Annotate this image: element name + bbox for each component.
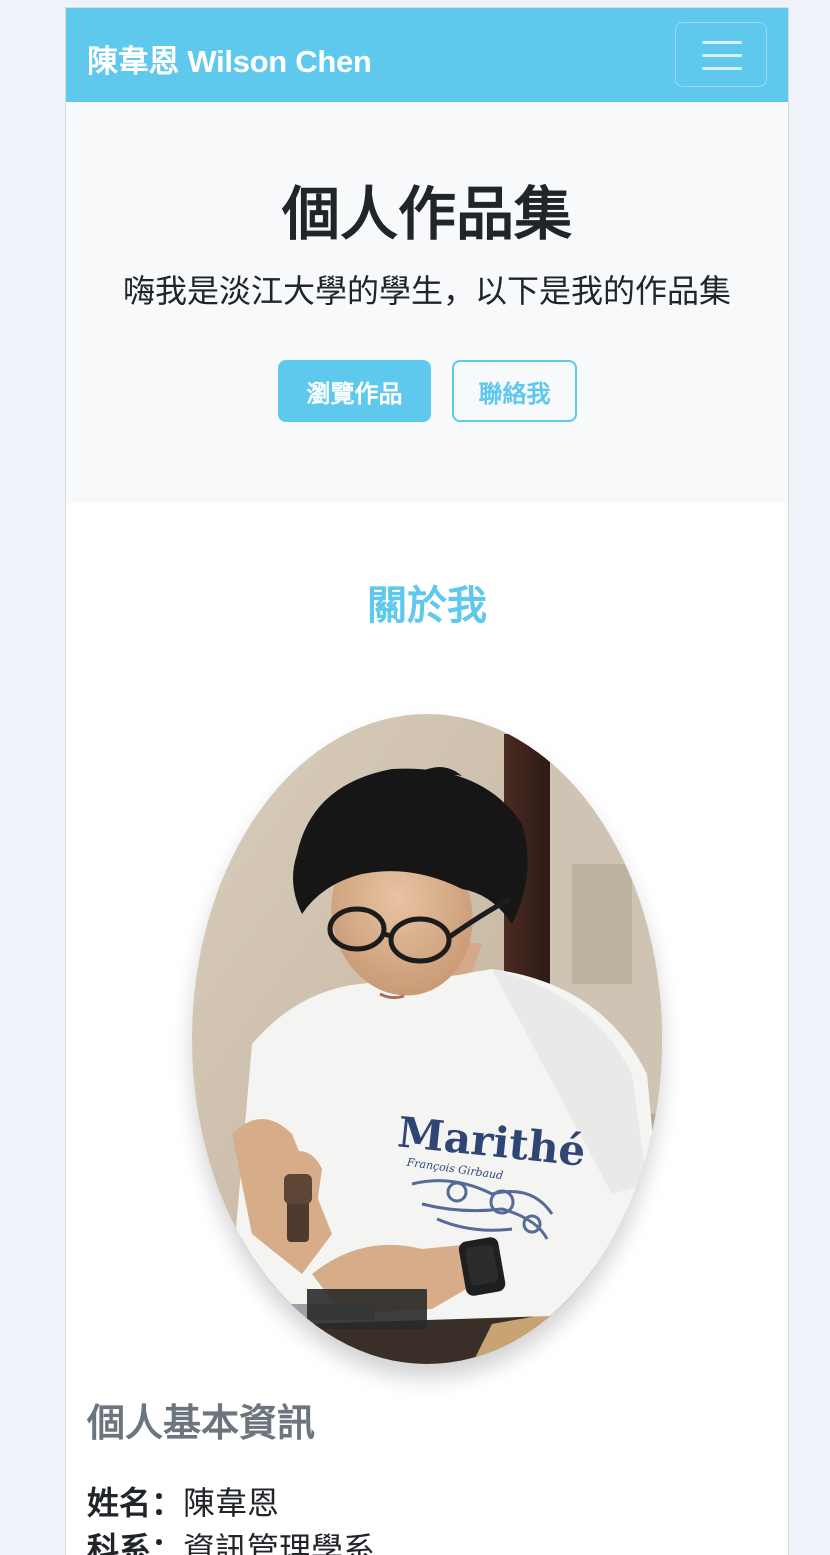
info-name-row: 姓名：陳韋恩	[87, 1484, 279, 1522]
info-department-row: 科系：資訊管理學系	[87, 1530, 375, 1555]
basic-info-title: 個人基本資訊	[87, 1401, 316, 1445]
browse-works-button[interactable]: 瀏覽作品	[278, 360, 431, 422]
navbar-brand[interactable]: 陳韋恩 Wilson Chen	[87, 36, 372, 81]
hamburger-menu-icon	[702, 41, 742, 44]
hero-title: 個人作品集	[281, 180, 572, 248]
hero-section: 個人作品集 嗨我是淡江大學的學生，以下是我的作品集 瀏覽作品 聯絡我	[66, 102, 788, 503]
info-department-label: 科系：	[87, 1530, 184, 1555]
top-navbar: 陳韋恩 Wilson Chen	[66, 8, 788, 102]
about-section-title: 關於我	[367, 583, 487, 629]
hamburger-menu-icon-bar	[702, 54, 742, 57]
info-department-value: 資訊管理學系	[183, 1530, 376, 1555]
info-name-label: 姓名：	[87, 1484, 184, 1522]
profile-photo: Marithé François Girbaud	[192, 714, 662, 1364]
info-name-value: 陳韋恩	[183, 1484, 280, 1522]
contact-me-button[interactable]: 聯絡我	[452, 360, 577, 422]
hero-subtitle: 嗨我是淡江大學的學生，以下是我的作品集	[122, 272, 731, 310]
navbar-toggle-button[interactable]	[675, 22, 767, 87]
hamburger-menu-icon-bar	[702, 67, 742, 70]
page-container: 陳韋恩 Wilson Chen 個人作品集 嗨我是淡江大學的學生，以下是我的作品…	[65, 7, 789, 1555]
